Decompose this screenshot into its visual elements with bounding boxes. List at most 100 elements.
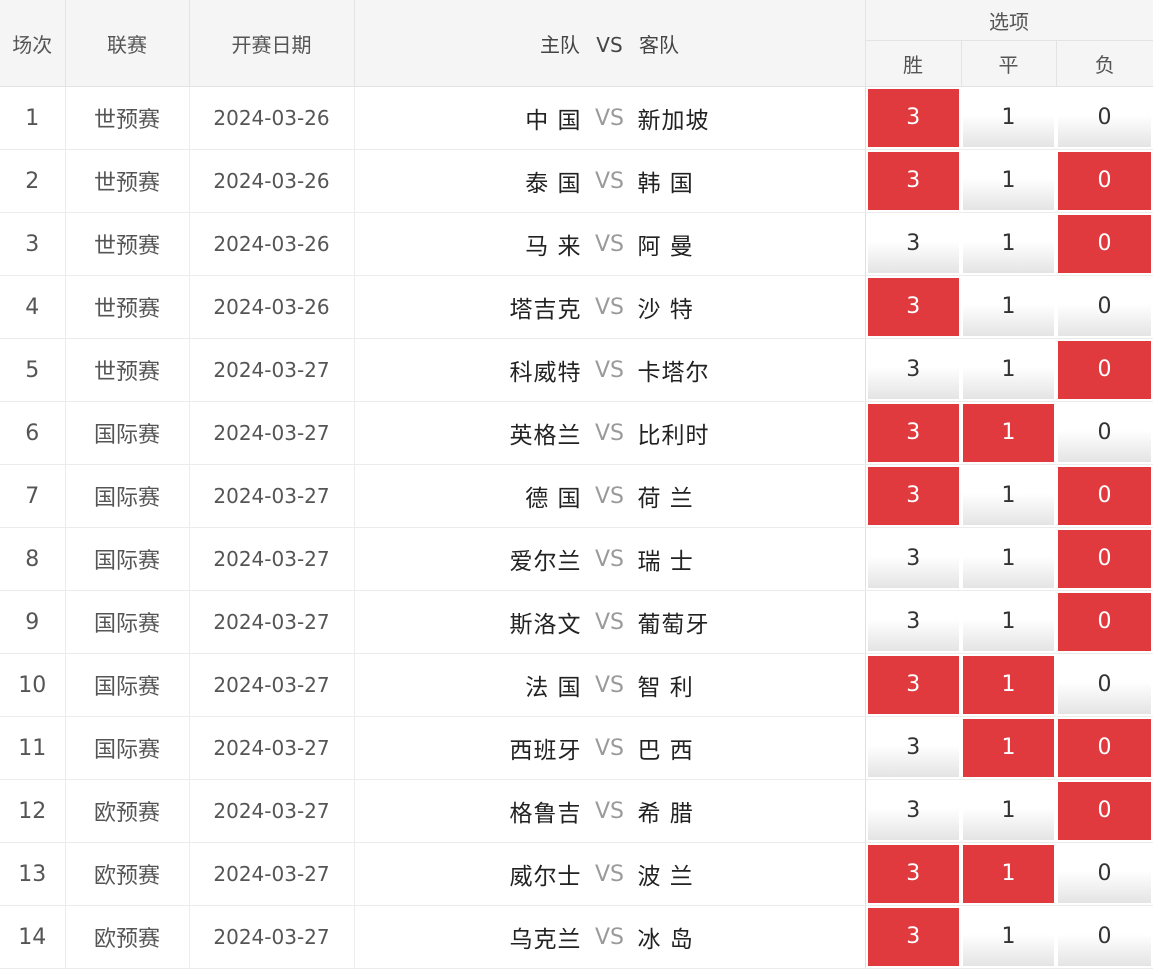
match-date: 2024-03-27 — [189, 779, 355, 843]
away-team: 韩 国 — [637, 171, 694, 197]
lose-option-cell: 0 — [1056, 590, 1153, 654]
header-draw: 平 — [961, 40, 1057, 87]
match-date: 2024-03-27 — [189, 842, 355, 906]
win-option[interactable]: 3 — [867, 845, 959, 903]
draw-option-cell: 1 — [961, 590, 1056, 654]
draw-option[interactable]: 1 — [963, 593, 1054, 651]
lose-option[interactable]: 0 — [1058, 719, 1152, 777]
win-option[interactable]: 3 — [867, 215, 959, 273]
draw-option[interactable]: 1 — [963, 530, 1054, 588]
lose-option-cell: 0 — [1056, 842, 1153, 906]
draw-option-cell: 1 — [961, 338, 1056, 402]
match-date: 2024-03-27 — [189, 590, 355, 654]
draw-option[interactable]: 1 — [963, 719, 1054, 777]
draw-option[interactable]: 1 — [963, 782, 1054, 840]
header-away: 客队 — [639, 32, 680, 57]
home-team: 中 国 — [525, 108, 582, 134]
away-team: 巴 西 — [637, 738, 694, 764]
win-option[interactable]: 3 — [867, 530, 959, 588]
win-option[interactable]: 3 — [867, 404, 959, 462]
home-team: 塔吉克 — [509, 297, 582, 323]
win-option[interactable]: 3 — [867, 908, 959, 966]
draw-option-cell: 1 — [961, 464, 1056, 528]
match-number: 4 — [0, 275, 66, 339]
match-number: 2 — [0, 149, 66, 213]
draw-option[interactable]: 1 — [963, 467, 1054, 525]
league-name: 欧预赛 — [65, 842, 190, 906]
win-option-cell: 3 — [865, 590, 961, 654]
league-name: 国际赛 — [65, 653, 190, 717]
lose-option[interactable]: 0 — [1058, 782, 1152, 840]
header-win: 胜 — [865, 40, 962, 87]
table-row: 6 国际赛 2024-03-27 英格兰 VS 比利时 3 1 0 — [0, 401, 1153, 465]
draw-option-cell: 1 — [961, 842, 1056, 906]
lose-option-cell: 0 — [1056, 779, 1153, 843]
lose-option[interactable]: 0 — [1058, 845, 1152, 903]
win-option[interactable]: 3 — [867, 782, 959, 840]
vs-label: VS — [594, 105, 624, 131]
lose-option[interactable]: 0 — [1058, 593, 1152, 651]
matchup: 爱尔兰 VS 瑞 士 — [354, 527, 866, 591]
lose-option[interactable]: 0 — [1058, 89, 1152, 147]
lose-option[interactable]: 0 — [1058, 341, 1152, 399]
win-option-cell: 3 — [865, 86, 961, 150]
win-option[interactable]: 3 — [867, 467, 959, 525]
league-name: 世预赛 — [65, 212, 190, 276]
lose-option-cell: 0 — [1056, 149, 1153, 213]
match-number: 6 — [0, 401, 66, 465]
table-row: 9 国际赛 2024-03-27 斯洛文 VS 葡萄牙 3 1 0 — [0, 590, 1153, 654]
lose-option[interactable]: 0 — [1058, 215, 1152, 273]
matchup: 泰 国 VS 韩 国 — [354, 149, 866, 213]
win-option[interactable]: 3 — [867, 341, 959, 399]
league-name: 国际赛 — [65, 527, 190, 591]
league-name: 世预赛 — [65, 338, 190, 402]
away-team: 希 腊 — [637, 801, 694, 827]
lose-option[interactable]: 0 — [1058, 656, 1152, 714]
match-date: 2024-03-26 — [189, 275, 355, 339]
win-option[interactable]: 3 — [867, 89, 959, 147]
match-number: 12 — [0, 779, 66, 843]
match-date: 2024-03-26 — [189, 149, 355, 213]
away-team: 葡萄牙 — [637, 612, 710, 638]
matchup: 马 来 VS 阿 曼 — [354, 212, 866, 276]
draw-option[interactable]: 1 — [963, 341, 1054, 399]
header-lose: 负 — [1056, 40, 1153, 87]
table-row: 8 国际赛 2024-03-27 爱尔兰 VS 瑞 士 3 1 0 — [0, 527, 1153, 591]
lose-option[interactable]: 0 — [1058, 530, 1152, 588]
match-date: 2024-03-26 — [189, 212, 355, 276]
home-team: 乌克兰 — [509, 927, 582, 953]
win-option[interactable]: 3 — [867, 719, 959, 777]
table-row: 10 国际赛 2024-03-27 法 国 VS 智 利 3 1 0 — [0, 653, 1153, 717]
header-matchup: 主队 VS 客队 — [354, 0, 866, 87]
table-row: 2 世预赛 2024-03-26 泰 国 VS 韩 国 3 1 0 — [0, 149, 1153, 213]
lose-option[interactable]: 0 — [1058, 278, 1152, 336]
home-team: 英格兰 — [509, 423, 582, 449]
draw-option[interactable]: 1 — [963, 89, 1054, 147]
match-date: 2024-03-27 — [189, 464, 355, 528]
draw-option[interactable]: 1 — [963, 278, 1054, 336]
vs-label: VS — [594, 735, 624, 761]
vs-label: VS — [594, 231, 624, 257]
home-team: 威尔士 — [509, 864, 582, 890]
league-name: 世预赛 — [65, 86, 190, 150]
draw-option[interactable]: 1 — [963, 908, 1054, 966]
draw-option[interactable]: 1 — [963, 656, 1054, 714]
lose-option[interactable]: 0 — [1058, 908, 1152, 966]
draw-option[interactable]: 1 — [963, 215, 1054, 273]
win-option-cell: 3 — [865, 464, 961, 528]
lose-option[interactable]: 0 — [1058, 152, 1152, 210]
draw-option[interactable]: 1 — [963, 404, 1054, 462]
away-team: 冰 岛 — [637, 927, 694, 953]
win-option[interactable]: 3 — [867, 278, 959, 336]
lose-option[interactable]: 0 — [1058, 404, 1152, 462]
draw-option-cell: 1 — [961, 527, 1056, 591]
win-option[interactable]: 3 — [867, 656, 959, 714]
draw-option[interactable]: 1 — [963, 152, 1054, 210]
lose-option[interactable]: 0 — [1058, 467, 1152, 525]
draw-option[interactable]: 1 — [963, 845, 1054, 903]
table-row: 14 欧预赛 2024-03-27 乌克兰 VS 冰 岛 3 1 0 — [0, 905, 1153, 969]
win-option[interactable]: 3 — [867, 593, 959, 651]
match-number: 11 — [0, 716, 66, 780]
win-option[interactable]: 3 — [867, 152, 959, 210]
table-row: 5 世预赛 2024-03-27 科威特 VS 卡塔尔 3 1 0 — [0, 338, 1153, 402]
